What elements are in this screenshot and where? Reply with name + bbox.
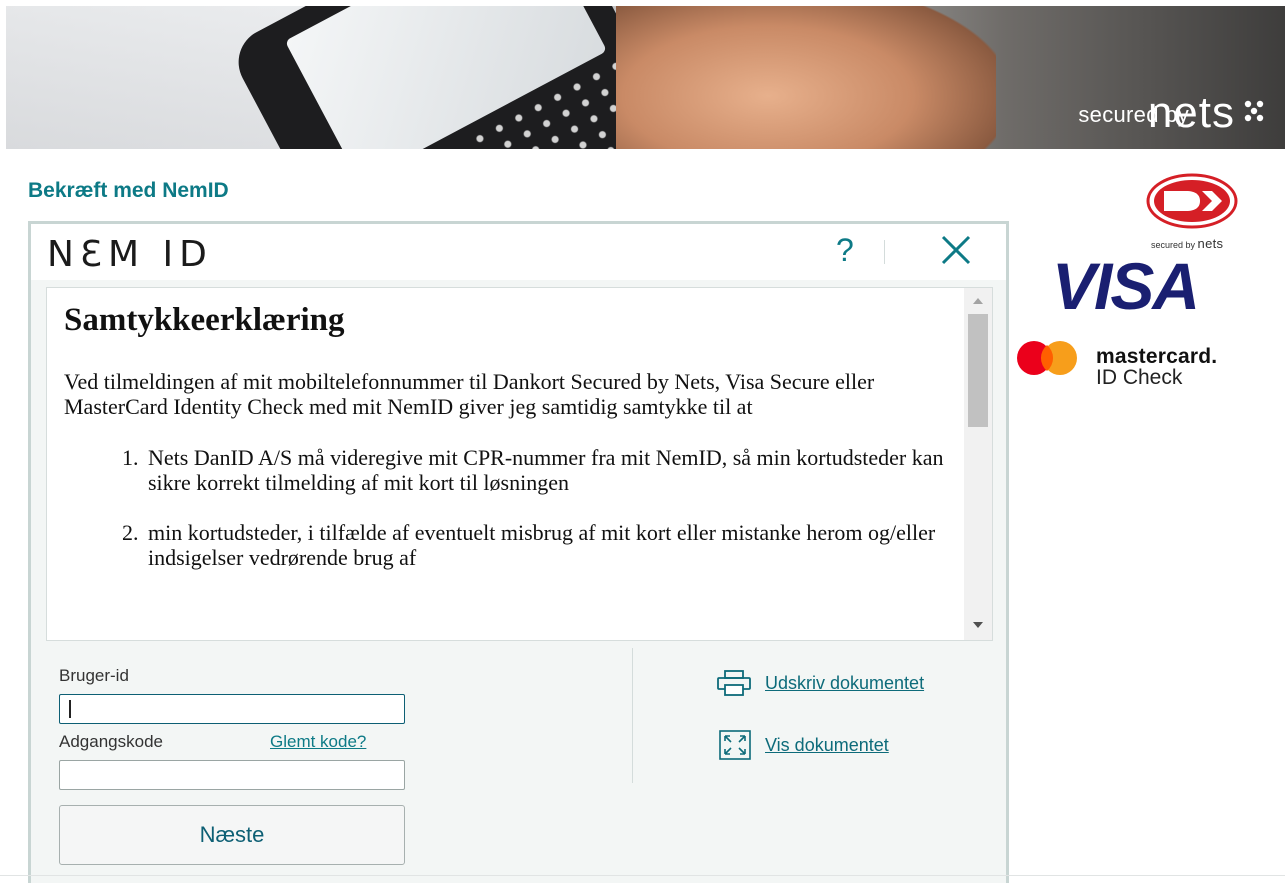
document-intro: Ved tilmeldingen af mit mobiltelefonnumm… [64, 369, 875, 419]
expand-icon [719, 730, 751, 760]
dankort-logo-icon [1146, 173, 1238, 229]
nemid-header: NƐM ID ? [31, 224, 1006, 280]
banner-hand-image [616, 6, 996, 149]
nets-dots-icon [1244, 100, 1264, 122]
password-label: Adgangskode [59, 732, 163, 751]
mastercard-id-check: ID Check [1096, 366, 1183, 389]
scroll-down-arrow-icon[interactable] [973, 622, 983, 628]
visa-logo: VISA [1052, 249, 1200, 323]
header-banner: secured by nets [6, 6, 1285, 149]
view-document-action[interactable]: Vis dokumentet [719, 730, 889, 760]
page-title: Bekræft med NemID [28, 179, 229, 202]
view-document-link[interactable]: Vis dokumentet [765, 735, 889, 756]
close-icon[interactable] [938, 232, 974, 268]
document-title: Samtykkeerklæring [64, 302, 345, 338]
mastercard-logo-icon [1017, 341, 1077, 375]
nets-small-text: nets [1197, 236, 1224, 251]
header-divider [884, 240, 885, 264]
login-actions-divider [632, 648, 633, 783]
scroll-thumb[interactable] [968, 314, 988, 427]
consent-document[interactable]: Samtykkeerklæring Ved tilmeldingen af mi… [46, 287, 993, 641]
password-input[interactable] [59, 760, 405, 790]
nemid-frame: NƐM ID ? Samtykkeerklæring Ved tilmeldin… [28, 221, 1009, 883]
help-button[interactable]: ? [836, 232, 854, 269]
nemid-logo: NƐM ID [47, 234, 213, 275]
user-id-label: Bruger-id [59, 666, 129, 685]
text-caret [69, 700, 71, 718]
document-scrollbar[interactable] [964, 288, 992, 640]
document-content: Samtykkeerklæring Ved tilmeldingen af mi… [64, 302, 944, 595]
print-document-link[interactable]: Udskriv dokumentet [765, 673, 924, 694]
printer-icon [717, 670, 751, 696]
banner-nets-logo: nets [1147, 88, 1235, 137]
print-document-action[interactable]: Udskriv dokumentet [717, 670, 924, 696]
next-button[interactable]: Næste [59, 805, 405, 865]
list-item: Nets DanID A/S må videregive mit CPR-num… [144, 445, 944, 495]
page-bottom-divider [0, 875, 1285, 876]
user-id-input[interactable] [59, 694, 405, 724]
forgot-password-link[interactable]: Glemt kode? [270, 732, 366, 752]
list-item: min kortudsteder, i tilfælde af eventuel… [144, 520, 944, 570]
scroll-up-arrow-icon[interactable] [973, 298, 983, 304]
document-list: Nets DanID A/S må videregive mit CPR-num… [64, 445, 944, 570]
